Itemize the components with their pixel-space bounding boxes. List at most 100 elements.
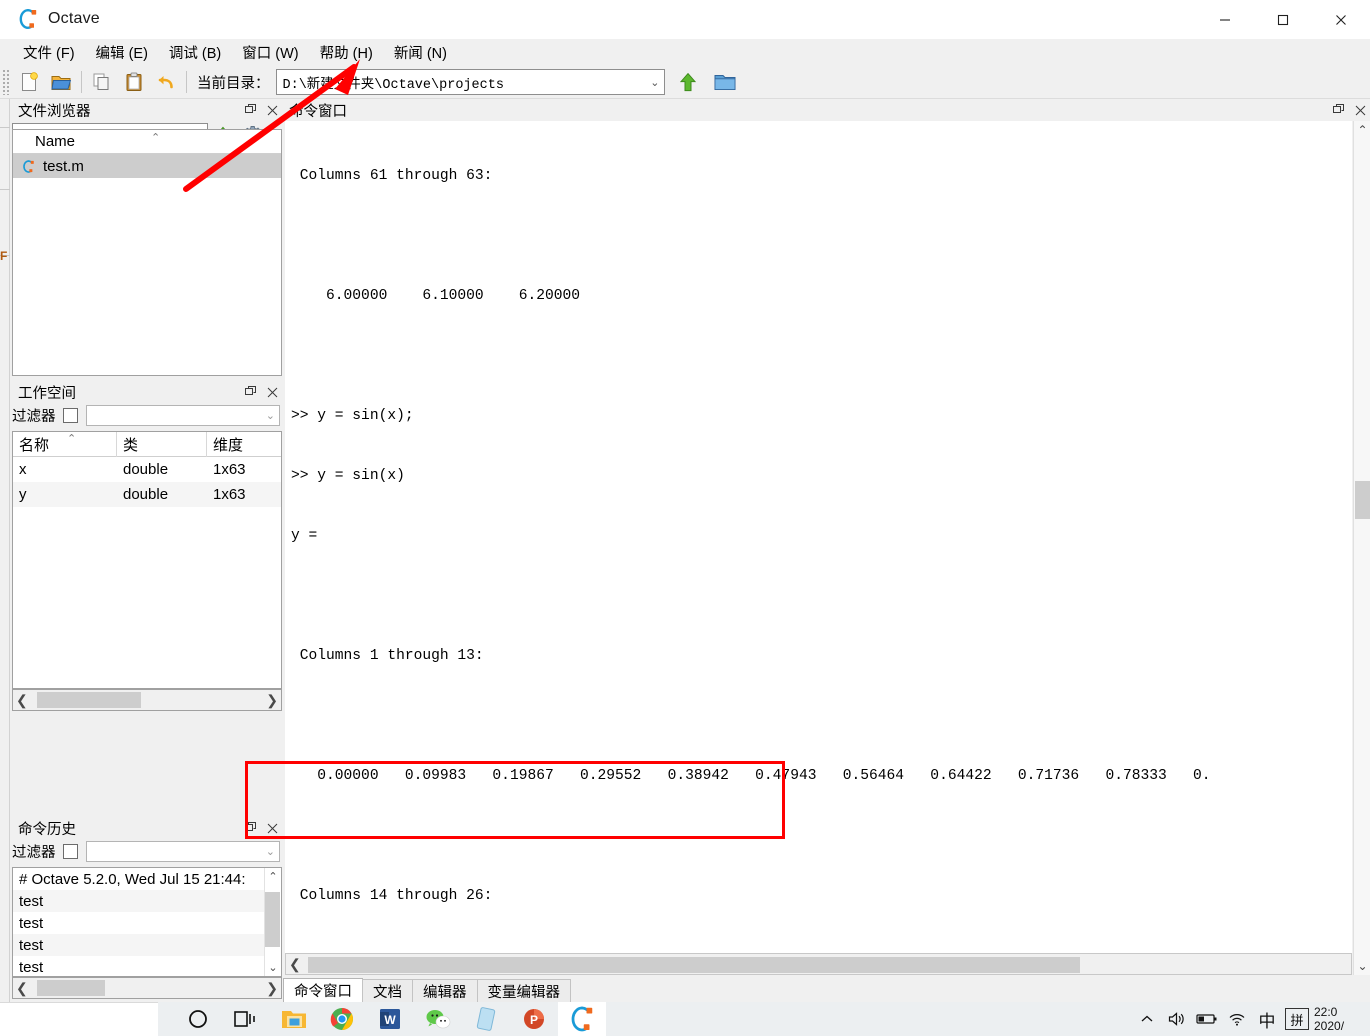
browse-directory-icon[interactable] [710,68,740,96]
command-window-vertical-scrollbar[interactable]: ⌃ ⌄ [1353,121,1370,975]
list-item[interactable]: test [13,890,264,912]
file-browser-column-name: Name [35,133,76,150]
tab-editor[interactable]: 编辑器 [412,979,478,1002]
svg-text:W: W [384,1013,396,1027]
command-history-vertical-scrollbar[interactable]: ⌃ ⌄ [264,868,281,976]
table-row[interactable]: x double 1x63 [13,457,281,482]
menu-window[interactable]: 窗口 (W) [233,39,307,66]
tab-variable-editor[interactable]: 变量编辑器 [476,979,571,1002]
battery-icon[interactable] [1192,1002,1222,1036]
scroll-up-icon[interactable]: ⌃ [268,870,277,883]
current-directory-combo[interactable]: D:\新建文件夹\Octave\projects ⌄ [275,69,665,95]
maximize-icon[interactable] [1254,0,1312,39]
octave-taskbar-icon[interactable] [558,1002,606,1036]
close-icon[interactable] [1355,105,1366,116]
scroll-left-icon[interactable]: ❮ [16,692,28,709]
workspace-col-dimension[interactable]: 维度 [207,432,281,457]
svg-text:P: P [530,1013,538,1027]
minimize-icon[interactable] [1196,0,1254,39]
command-window-panel: 命令窗口 Columns 61 through 63: 6.00000 6.10 [283,99,1370,1002]
command-history-filter-checkbox[interactable] [62,843,78,859]
powerpoint-icon[interactable]: P [510,1002,558,1036]
tab-command-window[interactable]: 命令窗口 [283,978,363,1002]
menu-debug[interactable]: 调试 (B) [160,39,230,66]
cortana-icon[interactable] [174,1002,222,1036]
toolbar-grip[interactable] [2,69,11,95]
scroll-right-icon[interactable]: ❯ [266,980,278,997]
list-item[interactable]: test [13,912,264,934]
scroll-down-icon[interactable]: ⌄ [1354,957,1370,975]
scroll-right-icon[interactable]: ❯ [266,692,278,709]
workspace-col-name[interactable]: 名称 ⌃ [13,432,117,457]
command-history-horizontal-scrollbar[interactable]: ❮ ❯ [12,977,282,999]
command-window-horizontal-scrollbar[interactable]: ❮ [285,953,1352,975]
undo-icon[interactable] [151,68,181,96]
scroll-down-icon[interactable]: ⌄ [268,961,277,974]
chrome-icon[interactable] [318,1002,366,1036]
open-file-icon[interactable] [46,68,76,96]
scrollbar-thumb[interactable] [37,692,141,708]
command-window-output[interactable]: Columns 61 through 63: 6.00000 6.10000 6… [285,121,1352,953]
octave-logo-icon [16,7,40,31]
undock-icon[interactable] [245,104,257,116]
file-list-item-label: test.m [43,157,84,175]
taskbar-clock[interactable]: 22:0 2020/ [1312,1005,1366,1033]
menu-help[interactable]: 帮助 (H) [311,39,382,66]
undock-icon[interactable] [245,822,257,834]
up-directory-icon[interactable] [673,68,703,96]
tab-documentation[interactable]: 文档 [362,979,413,1002]
chevron-down-icon[interactable]: ⌄ [266,845,275,858]
menu-news[interactable]: 新闻 (N) [385,39,456,66]
chevron-down-icon[interactable]: ⌄ [650,76,659,89]
scrollbar-thumb[interactable] [308,957,1080,973]
close-icon[interactable] [267,823,278,834]
wifi-icon[interactable] [1222,1002,1252,1036]
undock-icon[interactable] [245,386,257,398]
undock-icon[interactable] [1333,104,1345,116]
chevron-up-icon[interactable] [1132,1002,1162,1036]
taskbar-search-box[interactable] [0,1002,158,1036]
file-browser-title-bar: 文件浏览器 [10,99,282,121]
speaker-icon[interactable] [1162,1002,1192,1036]
phone-link-icon[interactable] [462,1002,510,1036]
workspace-filter-checkbox[interactable] [62,407,78,423]
word-icon[interactable]: W [366,1002,414,1036]
scroll-left-icon[interactable]: ❮ [289,956,301,973]
scroll-left-icon[interactable]: ❮ [16,980,28,997]
chevron-down-icon[interactable]: ⌄ [266,409,275,422]
list-item[interactable]: # Octave 5.2.0, Wed Jul 15 21:44: [13,868,264,890]
ime-pinyin-indicator[interactable]: 拼 [1282,1002,1312,1036]
close-icon[interactable] [1312,0,1370,39]
workspace-horizontal-scrollbar[interactable]: ❮ ❯ [12,689,282,711]
task-view-icon[interactable] [222,1002,270,1036]
file-browser-column-header[interactable]: Name ⌃ [13,130,281,154]
new-script-icon[interactable] [14,68,44,96]
file-explorer-icon[interactable] [270,1002,318,1036]
file-browser-list[interactable]: Name ⌃ test.m [12,129,282,376]
workspace-table[interactable]: 名称 ⌃ 类 维度 x double 1x63 y double 1x63 [12,431,282,689]
command-history-list[interactable]: # Octave 5.2.0, Wed Jul 15 21:44: test t… [12,867,282,977]
file-list-item[interactable]: test.m [13,154,281,178]
wechat-icon[interactable] [414,1002,462,1036]
copy-icon[interactable] [87,68,117,96]
list-item[interactable]: test [13,956,264,976]
scrollbar-thumb[interactable] [265,892,280,947]
workspace-col-class[interactable]: 类 [117,432,207,457]
paste-icon[interactable] [119,68,149,96]
table-row[interactable]: y double 1x63 [13,482,281,507]
close-icon[interactable] [267,105,278,116]
close-icon[interactable] [267,387,278,398]
menu-edit[interactable]: 编辑 (E) [87,39,157,66]
workspace-filter-input[interactable]: ⌄ [85,404,280,426]
collapsed-dock-strip[interactable]: F [0,99,10,1002]
menu-bar: 文件 (F) 编辑 (E) 调试 (B) 窗口 (W) 帮助 (H) 新闻 (N… [0,39,1370,66]
scrollbar-thumb[interactable] [37,980,105,996]
scrollbar-thumb[interactable] [1355,481,1370,519]
scroll-up-icon[interactable]: ⌃ [1354,121,1370,139]
menu-file[interactable]: 文件 (F) [14,39,84,66]
list-item[interactable]: test [13,934,264,956]
command-history-filter-input[interactable]: ⌄ [85,840,280,862]
ime-mode-indicator[interactable]: 中 [1252,1002,1282,1036]
